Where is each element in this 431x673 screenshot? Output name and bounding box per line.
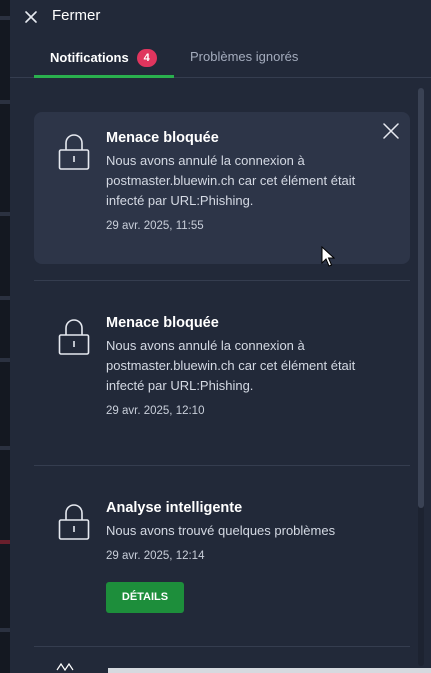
notification-title: Analyse intelligente	[106, 500, 243, 516]
tab-ignored-issues[interactable]: Problèmes ignorés	[190, 49, 298, 64]
notification-time: 29 avr. 2025, 12:10	[106, 405, 205, 417]
panel-header: Fermer	[10, 0, 431, 34]
notification-count-badge: 4	[136, 49, 157, 67]
details-button[interactable]: DÉTAILS	[106, 582, 184, 613]
notifications-panel: Fermer Notifications 4 Problèmes ignorés …	[10, 0, 431, 673]
taskbar-edge	[108, 668, 431, 673]
lock-icon	[58, 504, 90, 540]
lock-icon	[58, 134, 90, 170]
tab-notifications[interactable]: Notifications 4	[50, 49, 157, 67]
notification-card[interactable]: Menace bloquée Nous avons annulé la conn…	[34, 112, 410, 264]
notification-title: Menace bloquée	[106, 315, 219, 331]
close-icon[interactable]	[22, 8, 40, 26]
tab-ignored-issues-label: Problèmes ignorés	[190, 49, 299, 64]
notification-text: Nous avons annulé la connexion à postmas…	[106, 153, 356, 208]
divider	[34, 465, 410, 466]
notification-time: 29 avr. 2025, 11:55	[106, 220, 204, 232]
notification-text: Nous avons annulé la connexion à postmas…	[106, 338, 356, 393]
taskbar-glyph-icon	[56, 662, 74, 672]
notification-title: Menace bloquée	[106, 130, 219, 146]
notification-card[interactable]: Analyse intelligente Nous avons trouvé q…	[34, 482, 410, 632]
lock-icon	[58, 319, 90, 355]
background-app-strip	[0, 0, 10, 673]
divider	[34, 280, 410, 281]
close-label[interactable]: Fermer	[52, 7, 100, 24]
scrollbar-thumb[interactable]	[418, 88, 424, 508]
dismiss-icon[interactable]	[382, 122, 400, 140]
tab-notifications-label: Notifications	[50, 50, 129, 65]
tab-bar: Notifications 4 Problèmes ignorés	[10, 40, 431, 78]
active-tab-indicator	[34, 75, 174, 78]
notification-time: 29 avr. 2025, 12:14	[106, 550, 205, 562]
notification-card[interactable]: Menace bloquée Nous avons annulé la conn…	[34, 297, 410, 449]
divider	[34, 646, 410, 647]
mouse-cursor-icon	[321, 246, 335, 267]
notification-text: Nous avons trouvé quelques problèmes	[106, 523, 336, 538]
